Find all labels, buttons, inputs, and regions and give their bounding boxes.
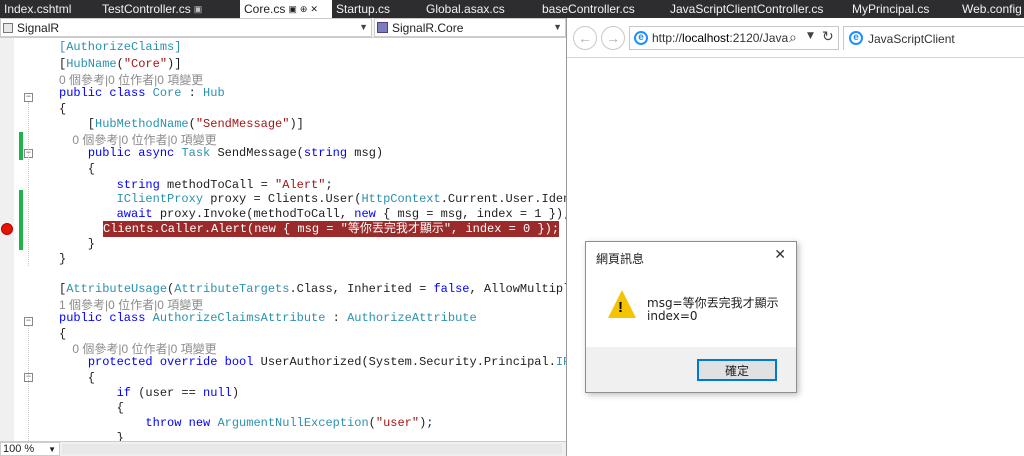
class-dropdown[interactable]: SignalR.Core ▼ [374,18,566,37]
tab-javascriptclientcontroller[interactable]: JavaScriptClientController.cs [666,0,848,18]
dialog-title: 網頁訊息 [596,252,645,266]
browser-tab[interactable]: e JavaScriptClient [843,26,1024,50]
navigation-bar: SignalR ▼ SignalR.Core ▼ [0,18,566,38]
forward-button[interactable]: → [601,26,625,50]
code-line: [HubName("Core")] [59,57,182,71]
editor-status-bar: 100 % ▼ [0,441,566,456]
code-line: public class Core : Hub [59,86,225,100]
tab-label: baseController.cs [542,2,635,16]
code-line: } [59,431,124,441]
code-line: { [59,162,96,176]
tab-label: Startup.cs [336,2,391,16]
change-bar [19,132,23,160]
url-prefix: http:// [652,31,683,45]
tab-label: Index.cshtml [4,2,72,16]
alert-dialog: 網頁訊息 ✕ ! msg=等你丟完我才顯示 index=0 確定 [585,241,797,393]
refresh-icon[interactable]: ↻ [822,29,834,45]
fold-toggle-icon[interactable]: − [24,317,33,326]
tab-label: Web.config [962,2,1022,16]
class-name: SignalR.Core [392,20,464,35]
tab-core-cs[interactable]: Core.cs ▣ ⊕ ✕ [240,0,332,18]
url-rest: :2120/Java [729,31,789,45]
tab-startup-cs[interactable]: Startup.cs [332,0,422,18]
dialog-footer: 確定 [586,347,796,392]
chevron-down-icon: ▼ [553,22,562,32]
url-host: localhost [682,31,730,45]
arrow-left-icon: ← [578,30,592,46]
code-line: } [59,237,96,251]
chevron-down-icon: ▼ [359,22,368,32]
pin-toggle-icon[interactable]: ⊕ [300,4,308,15]
outline-line [28,326,29,441]
browser-tab-title: JavaScriptClient [868,31,955,46]
breakpoint-icon[interactable] [1,223,13,235]
ie-icon: e [849,31,863,45]
tab-label: Core.cs [244,2,286,16]
tab-basecontroller[interactable]: baseController.cs [538,0,666,18]
code-editor[interactable]: − − − − [AuthorizeClaims] [HubName("Core… [0,38,566,441]
tab-label: TestController.cs [102,2,191,16]
project-dropdown[interactable]: SignalR ▼ [0,18,372,37]
chevron-down-icon: ▼ [48,444,56,454]
code-line: protected override bool UserAuthorized(S… [87,355,566,369]
back-button[interactable]: ← [573,26,597,50]
browser-toolbar: ← → e http://localhost:2120/Java ⌕ ▼ ↻ e… [567,18,1024,58]
project-name: SignalR [17,20,60,35]
code-line: [HubMethodName("SendMessage")] [59,117,304,131]
class-icon [377,22,388,33]
pin-icon[interactable]: ▣ [288,4,297,15]
code-line: { [59,401,124,415]
arrow-right-icon: → [606,30,620,46]
breakpoint-line: Clients.Caller.Alert(new { msg = "等你丟完我才… [101,220,561,238]
fold-toggle-icon[interactable]: − [24,93,33,102]
dialog-message-line2: index=0 [647,309,698,323]
zoom-level: 100 % [3,443,35,455]
tab-index-cshtml[interactable]: Index.cshtml [0,0,98,18]
chevron-down-icon[interactable]: ▼ [807,31,814,41]
close-icon[interactable]: ✕ [310,4,318,15]
pin-icon[interactable]: ▣ [194,4,203,15]
search-icon[interactable]: ⌕ [789,30,797,46]
ie-icon: e [634,31,648,45]
code-line: public async Task SendMessage(string msg… [87,146,384,160]
code-line: [AttributeUsage(AttributeTargets.Class, … [59,282,566,296]
code-line: { [59,371,96,385]
tab-label: JavaScriptClientController.cs [670,2,824,16]
zoom-dropdown[interactable]: 100 % ▼ [0,442,60,456]
tab-label: Global.asax.cs [426,2,505,16]
tab-global-asax[interactable]: Global.asax.cs [422,0,538,18]
code-line: if (user == null) [116,386,240,400]
change-bar [19,190,23,250]
warning-mark: ! [618,299,623,316]
code-line: { [59,102,67,116]
code-line: [AuthorizeClaims] [59,40,182,54]
ok-button[interactable]: 確定 [697,359,777,381]
tab-label: MyPrincipal.cs [852,2,930,16]
tab-web-config[interactable]: Web.config [958,0,1024,18]
horizontal-scrollbar[interactable] [62,444,562,454]
code-line: } [59,252,67,266]
code-line: public class AuthorizeClaimsAttribute : … [59,311,477,325]
outline-line [28,102,29,266]
tab-myprincipal[interactable]: MyPrincipal.cs [848,0,958,18]
close-icon[interactable]: ✕ [774,247,786,263]
code-line: await proxy.Invoke(methodToCall, new { m… [116,207,566,221]
document-tab-strip: Index.cshtml TestController.cs ▣ Core.cs ▣… [0,0,1024,18]
code-line: throw new ArgumentNullException("user"); [145,416,434,430]
code-line: IClientProxy proxy = Clients.User(HttpCo… [116,192,566,206]
breakpoint-gutter[interactable] [0,38,14,441]
project-icon [3,22,13,33]
tab-testcontroller[interactable]: TestController.cs ▣ [98,0,240,18]
